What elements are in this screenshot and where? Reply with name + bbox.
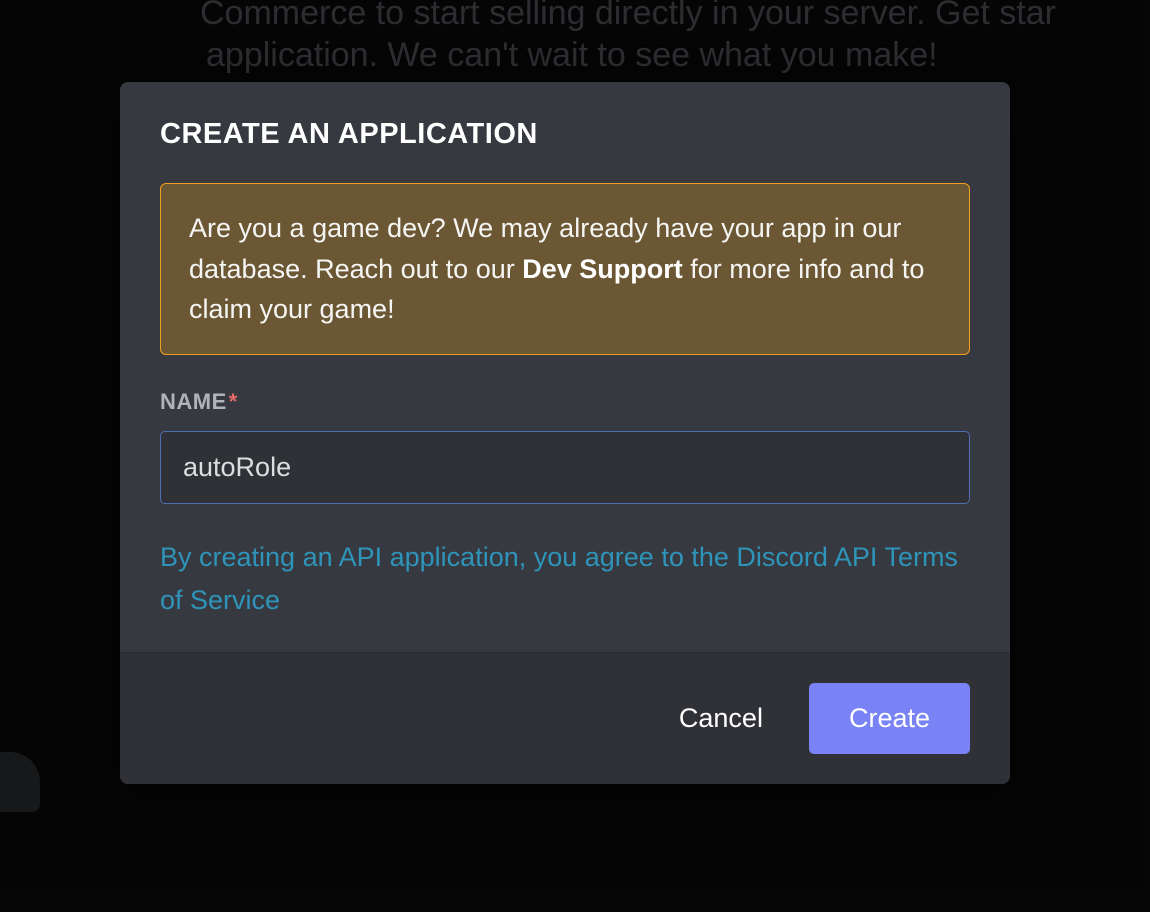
game-dev-notice: Are you a game dev? We may already have … (160, 183, 970, 355)
modal-body: Create an Application Are you a game dev… (120, 82, 1010, 652)
name-input[interactable] (160, 431, 970, 504)
cancel-button[interactable]: Cancel (663, 693, 779, 744)
dev-support-link[interactable]: Dev Support (522, 254, 683, 284)
name-field-label: Name* (160, 389, 970, 415)
tos-agreement-link[interactable]: By creating an API application, you agre… (160, 536, 970, 622)
modal-footer: Cancel Create (120, 652, 1010, 784)
notice-text: Are you a game dev? We may already have … (189, 213, 924, 324)
create-button[interactable]: Create (809, 683, 970, 754)
modal-title: Create an Application (160, 118, 970, 151)
name-label-text: Name (160, 389, 227, 414)
required-indicator: * (229, 389, 238, 414)
create-application-modal: Create an Application Are you a game dev… (120, 82, 1010, 784)
